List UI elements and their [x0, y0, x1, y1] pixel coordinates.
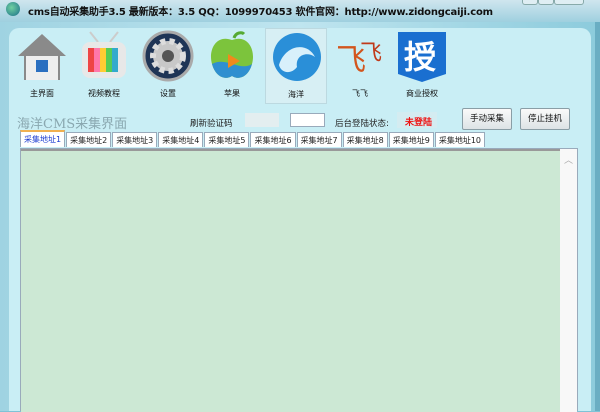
toolbar-feifei[interactable]: 飞飞 飞飞: [329, 28, 391, 104]
license-icon: 授: [398, 32, 446, 82]
tab-address-4[interactable]: 采集地址4: [158, 132, 204, 147]
toolbar-label: 设置: [160, 89, 176, 98]
toolbar-ocean[interactable]: 海洋: [265, 28, 327, 104]
minimize-button[interactable]: [522, 0, 538, 5]
toolbar-label: 主界面: [30, 89, 54, 98]
manual-collect-button[interactable]: 手动采集: [462, 108, 512, 130]
gear-icon: [142, 30, 194, 82]
vertical-scrollbar[interactable]: ︿: [560, 149, 577, 412]
login-status: 未登陆: [397, 112, 437, 128]
toolbar-settings[interactable]: 设置: [137, 28, 199, 104]
svg-text:飞: 飞: [360, 41, 382, 66]
tab-address-2[interactable]: 采集地址2: [66, 132, 112, 147]
tab-address-5[interactable]: 采集地址5: [204, 132, 250, 147]
tab-address-1[interactable]: 采集地址1: [20, 130, 66, 147]
tab-address-8[interactable]: 采集地址8: [342, 132, 388, 147]
tab-address-6[interactable]: 采集地址6: [250, 132, 296, 147]
toolbar-license[interactable]: 授 商业授权: [391, 28, 453, 104]
refresh-captcha-link[interactable]: 刷新验证码: [190, 117, 233, 129]
svg-text:授: 授: [404, 38, 436, 76]
login-status-label: 后台登陆状态:: [335, 119, 389, 129]
collect-panel: 海洋CMS采集界面 刷新验证码 后台登陆状态: 未登陆 手动采集 停止挂机 采集…: [9, 106, 591, 412]
toolbar-apple[interactable]: 苹果: [201, 28, 263, 104]
tab-address-3[interactable]: 采集地址3: [112, 132, 158, 147]
tab-address-10[interactable]: 采集地址10: [434, 132, 486, 147]
maximize-button[interactable]: [538, 0, 554, 5]
stop-hook-button[interactable]: 停止挂机: [520, 108, 570, 130]
tv-icon: [82, 31, 126, 78]
window-edge: [595, 22, 600, 411]
window-title: cms自动采集助手3.5 最新版本：3.5 QQ：1099970453 软件官网…: [28, 7, 493, 18]
close-button[interactable]: [554, 0, 584, 5]
home-icon: [18, 34, 66, 80]
tab-address-7[interactable]: 采集地址7: [296, 132, 342, 147]
feifei-icon: 飞飞: [336, 41, 382, 78]
toolbar-label: 苹果: [224, 89, 240, 98]
toolbar-label: 飞飞: [352, 89, 368, 98]
toolbar-label: 海洋: [288, 90, 304, 99]
tab-address-9[interactable]: 采集地址9: [388, 132, 434, 147]
apple-icon: [210, 31, 254, 78]
toolbar-label: 商业授权: [406, 89, 438, 98]
address-textarea[interactable]: [21, 149, 561, 412]
toolbar-home[interactable]: 主界面: [11, 28, 73, 104]
toolbar: 主界面 视频教程 设置 苹果 海洋 飞飞 飞飞 授 商业授权: [9, 28, 591, 106]
ocean-icon: [273, 33, 321, 81]
toolbar-label: 视频教程: [88, 89, 120, 98]
captcha-input[interactable]: [290, 113, 325, 127]
scroll-up-icon[interactable]: ︿: [564, 153, 573, 166]
captcha-image: [245, 113, 279, 127]
app-icon: [6, 2, 20, 16]
tab-bar: 采集地址1 采集地址2 采集地址3 采集地址4 采集地址5 采集地址6 采集地址…: [20, 130, 486, 148]
toolbar-video-tutorial[interactable]: 视频教程: [73, 28, 135, 104]
tab-content: ︿: [20, 148, 578, 412]
title-bar: cms自动采集助手3.5 最新版本：3.5 QQ：1099970453 软件官网…: [0, 0, 600, 22]
